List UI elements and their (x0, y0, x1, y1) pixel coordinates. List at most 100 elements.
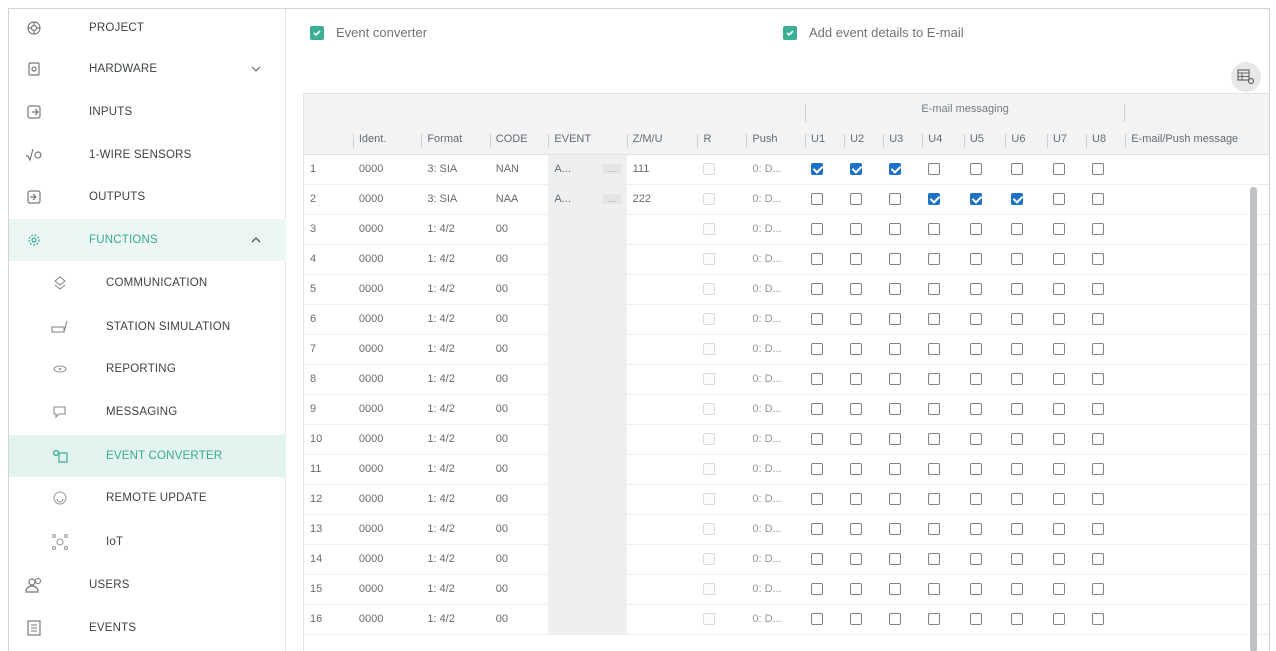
code-cell[interactable]: 00 (489, 424, 549, 455)
user-4-checkbox[interactable] (928, 613, 941, 626)
user-cell[interactable] (1086, 484, 1126, 515)
ident-cell[interactable]: 0000 (352, 274, 422, 305)
user-5-checkbox[interactable] (969, 343, 982, 356)
column-header[interactable]: E-mail/Push message (1125, 124, 1269, 155)
user-cell[interactable] (1046, 184, 1087, 215)
user-cell[interactable] (883, 544, 923, 575)
push-cell[interactable]: 0: D... (746, 304, 806, 335)
user-cell[interactable] (922, 304, 964, 335)
sidebar-item-remote-update[interactable]: REMOTE UPDATE (9, 477, 286, 519)
user-cell[interactable] (844, 604, 884, 635)
user-cell[interactable] (844, 514, 884, 545)
user-3-checkbox[interactable] (889, 523, 902, 536)
user-5-checkbox[interactable] (969, 613, 982, 626)
user-cell[interactable] (1046, 394, 1087, 425)
user-cell[interactable] (922, 334, 964, 365)
user-cell[interactable] (1005, 424, 1047, 455)
sidebar-item-messaging[interactable]: MESSAGING (9, 391, 286, 433)
user-cell[interactable] (883, 484, 923, 515)
scrollbar-thumb[interactable] (1250, 187, 1257, 651)
user-cell[interactable] (1086, 274, 1126, 305)
user-2-checkbox[interactable] (850, 193, 863, 206)
event-cell[interactable] (548, 514, 627, 545)
user-cell[interactable] (1086, 364, 1126, 395)
code-cell[interactable]: 00 (489, 274, 549, 305)
user-7-checkbox[interactable] (1052, 583, 1065, 596)
code-cell[interactable]: 00 (489, 244, 549, 275)
ident-cell[interactable]: 0000 (352, 334, 422, 365)
user-5-checkbox[interactable] (969, 403, 982, 416)
user-2-checkbox[interactable] (850, 523, 863, 536)
user-cell[interactable] (1005, 574, 1047, 605)
user-7-checkbox[interactable] (1052, 433, 1065, 446)
ident-cell[interactable]: 0000 (352, 184, 422, 215)
user-cell[interactable] (1046, 364, 1087, 395)
code-cell[interactable]: 00 (489, 574, 549, 605)
user-cell[interactable] (963, 454, 1006, 485)
user-8-checkbox[interactable] (1092, 403, 1105, 416)
user-2-checkbox[interactable] (850, 403, 863, 416)
push-cell[interactable]: 0: D... (746, 544, 806, 575)
user-6-checkbox[interactable] (1011, 253, 1024, 266)
user-cell[interactable] (883, 454, 923, 485)
table-row[interactable]: 14 0000 1: 4/2 00 0: D... (304, 544, 1269, 575)
zmu-cell[interactable]: 111 (626, 154, 698, 185)
user-cell[interactable] (1005, 604, 1047, 635)
push-cell[interactable]: 0: D... (746, 574, 806, 605)
column-header[interactable]: R (697, 124, 747, 155)
zmu-cell[interactable] (626, 454, 698, 485)
user-cell[interactable] (1046, 604, 1087, 635)
user-cell[interactable] (883, 574, 923, 605)
code-cell[interactable]: 00 (489, 304, 549, 335)
column-header[interactable]: Z/M/U (626, 124, 698, 155)
user-5-checkbox[interactable] (969, 163, 982, 176)
column-header[interactable]: U3 (883, 124, 923, 155)
user-6-checkbox[interactable] (1011, 463, 1024, 476)
user-cell[interactable] (1086, 394, 1126, 425)
user-cell[interactable] (883, 334, 923, 365)
user-1-checkbox[interactable] (811, 253, 824, 266)
user-cell[interactable] (922, 154, 964, 185)
zmu-cell[interactable] (626, 244, 698, 275)
user-7-checkbox[interactable] (1052, 283, 1065, 296)
user-cell[interactable] (1046, 334, 1087, 365)
user-3-checkbox[interactable] (889, 613, 902, 626)
user-cell[interactable] (805, 244, 845, 275)
code-cell[interactable]: 00 (489, 544, 549, 575)
user-1-checkbox[interactable] (811, 163, 824, 176)
user-cell[interactable] (922, 244, 964, 275)
user-3-checkbox[interactable] (889, 163, 902, 176)
user-cell[interactable] (844, 244, 884, 275)
table-row[interactable]: 16 0000 1: 4/2 00 0: D... (304, 604, 1269, 635)
user-3-checkbox[interactable] (889, 583, 902, 596)
user-cell[interactable] (1086, 244, 1126, 275)
user-6-checkbox[interactable] (1011, 583, 1024, 596)
user-1-checkbox[interactable] (811, 553, 824, 566)
user-7-checkbox[interactable] (1052, 493, 1065, 506)
user-cell[interactable] (844, 454, 884, 485)
user-3-checkbox[interactable] (889, 403, 902, 416)
format-cell[interactable]: 1: 4/2 (421, 514, 490, 545)
user-cell[interactable] (1086, 214, 1126, 245)
user-6-checkbox[interactable] (1011, 193, 1024, 206)
event-cell[interactable] (548, 484, 627, 515)
user-cell[interactable] (1046, 274, 1087, 305)
user-cell[interactable] (922, 574, 964, 605)
table-row[interactable]: 6 0000 1: 4/2 00 0: D... (304, 304, 1269, 335)
column-header[interactable]: U8 (1086, 124, 1126, 155)
user-2-checkbox[interactable] (850, 553, 863, 566)
event-cell[interactable] (548, 454, 627, 485)
column-header[interactable]: Format (421, 124, 490, 155)
format-cell[interactable]: 1: 4/2 (421, 544, 490, 575)
column-header[interactable]: U1 (805, 124, 845, 155)
user-7-checkbox[interactable] (1052, 523, 1065, 536)
add-event-details-checkbox[interactable]: Add event details to E-mail (783, 25, 964, 40)
user-4-checkbox[interactable] (928, 193, 941, 206)
user-cell[interactable] (963, 154, 1006, 185)
ident-cell[interactable]: 0000 (352, 544, 422, 575)
user-cell[interactable] (922, 364, 964, 395)
user-3-checkbox[interactable] (889, 223, 902, 236)
user-3-checkbox[interactable] (889, 553, 902, 566)
user-cell[interactable] (1005, 334, 1047, 365)
user-cell[interactable] (1005, 544, 1047, 575)
